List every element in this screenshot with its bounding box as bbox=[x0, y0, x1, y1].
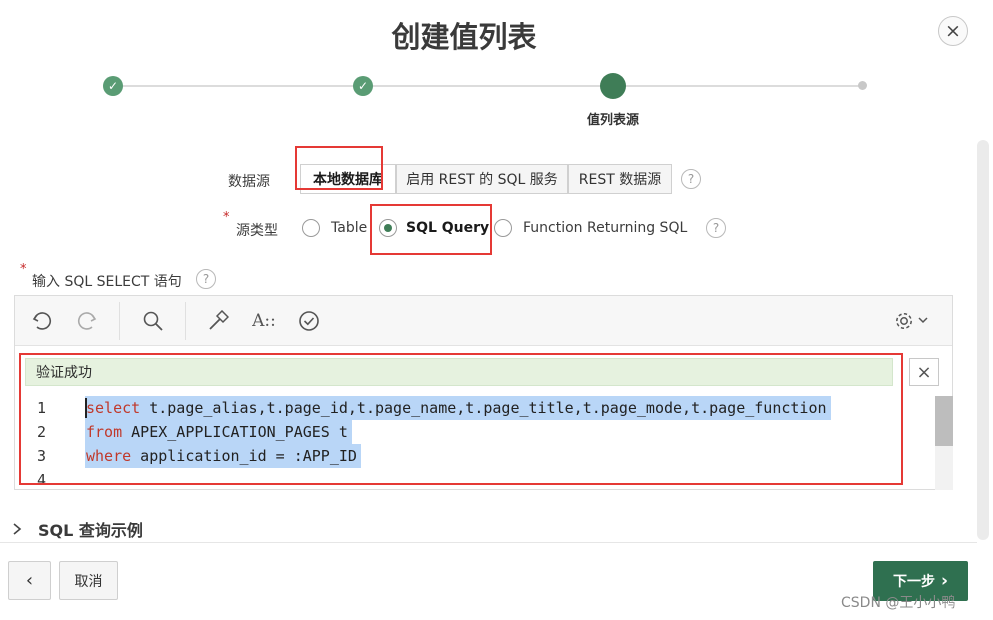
hammer-icon[interactable] bbox=[203, 306, 233, 336]
radio-function-returning-sql-label[interactable]: Function Returning SQL bbox=[523, 220, 687, 236]
banner-close-button[interactable]: × bbox=[909, 358, 939, 386]
current-step-label: 值列表源 bbox=[586, 113, 639, 128]
radio-table[interactable] bbox=[302, 219, 320, 237]
redo-icon[interactable] bbox=[72, 306, 102, 336]
required-marker: * bbox=[223, 210, 230, 225]
dialog-scrollbar[interactable] bbox=[977, 140, 989, 540]
editor-scrollbar-thumb[interactable] bbox=[935, 396, 953, 446]
chevron-right-icon bbox=[13, 523, 22, 535]
toolbar-divider bbox=[185, 302, 186, 340]
sql-input-help-icon[interactable]: ? bbox=[196, 269, 216, 289]
editor-toolbar: A:: bbox=[15, 296, 952, 346]
sql-input-label: 输入 SQL SELECT 语句 bbox=[32, 274, 182, 290]
close-button[interactable]: × bbox=[938, 16, 968, 46]
search-icon[interactable] bbox=[138, 306, 168, 336]
data-source-help-icon[interactable]: ? bbox=[681, 169, 701, 189]
validate-check-icon[interactable] bbox=[294, 306, 324, 336]
data-source-option-rest-sql[interactable]: 启用 REST 的 SQL 服务 bbox=[396, 164, 568, 194]
footer-divider bbox=[0, 542, 977, 543]
back-button[interactable]: ‹ bbox=[8, 561, 51, 600]
sql-examples-toggle[interactable]: SQL 查询示例 bbox=[10, 517, 143, 541]
step-1-complete-icon: ✓ bbox=[103, 76, 123, 96]
step-4-pending-icon bbox=[858, 81, 867, 90]
highlight-box-editor bbox=[19, 353, 903, 485]
required-marker: * bbox=[20, 262, 27, 277]
highlight-box-source-type bbox=[370, 204, 492, 255]
format-text-icon[interactable]: A:: bbox=[249, 306, 279, 336]
chevron-right-icon: › bbox=[940, 571, 948, 591]
toolbar-divider bbox=[119, 302, 120, 340]
data-source-option-rest[interactable]: REST 数据源 bbox=[568, 164, 672, 194]
watermark: CSDN @王小小鸭 bbox=[841, 595, 956, 611]
step-3-current-icon bbox=[600, 73, 626, 99]
wizard-track bbox=[113, 85, 863, 87]
radio-table-label[interactable]: Table bbox=[331, 220, 367, 236]
highlight-box-data-source bbox=[295, 146, 383, 190]
cancel-button[interactable]: 取消 bbox=[59, 561, 118, 600]
undo-icon[interactable] bbox=[27, 306, 57, 336]
settings-gear-icon[interactable] bbox=[891, 306, 935, 336]
source-type-help-icon[interactable]: ? bbox=[706, 218, 726, 238]
step-2-complete-icon: ✓ bbox=[353, 76, 373, 96]
radio-function-returning-sql[interactable] bbox=[494, 219, 512, 237]
sql-examples-label: SQL 查询示例 bbox=[38, 521, 143, 540]
next-button-label: 下一步 bbox=[892, 574, 935, 590]
dialog-title: 创建值列表 bbox=[391, 20, 537, 54]
source-type-label: 源类型 bbox=[236, 223, 278, 239]
data-source-label: 数据源 bbox=[228, 174, 270, 190]
close-icon: × bbox=[916, 361, 932, 383]
close-icon: × bbox=[945, 20, 961, 42]
chevron-left-icon: ‹ bbox=[25, 570, 34, 591]
